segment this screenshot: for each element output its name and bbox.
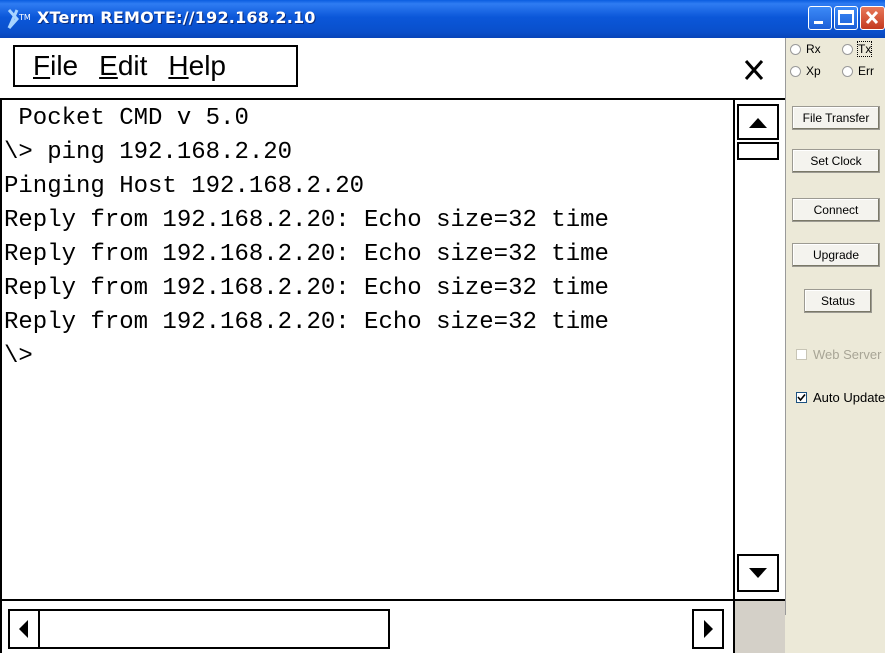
menu-file[interactable]: File — [33, 52, 78, 80]
radio-dot — [842, 43, 853, 55]
vertical-scroll-thumb[interactable] — [737, 142, 779, 160]
scroll-up-button[interactable] — [737, 104, 779, 140]
radio-err[interactable]: Err — [842, 64, 874, 78]
scrollbar-corner — [733, 599, 785, 653]
connect-button[interactable]: Connect — [792, 198, 880, 222]
radio-dot — [842, 65, 853, 77]
maximize-icon — [838, 10, 854, 25]
radio-dot — [790, 65, 801, 77]
horizontal-scrollbar[interactable] — [0, 599, 733, 653]
triangle-right-icon — [704, 620, 713, 638]
auto-update-checkbox[interactable]: Auto Update — [796, 390, 885, 405]
triangle-down-icon — [749, 568, 767, 578]
minimize-button[interactable] — [808, 6, 832, 30]
radio-dot — [790, 43, 801, 55]
web-server-checkbox[interactable]: Web Server — [796, 347, 881, 362]
terminal-line: Pinging Host 192.168.2.20 — [4, 173, 365, 200]
checkbox-box — [796, 392, 807, 403]
set-clock-button[interactable]: Set Clock — [792, 149, 880, 173]
radio-label-tx: Tx — [856, 41, 873, 57]
radio-label-xp: Xp — [806, 64, 821, 78]
web-server-label: Web Server — [813, 347, 882, 362]
terminal-prompt: \> — [4, 343, 33, 370]
menu-edit[interactable]: Edit — [99, 52, 147, 80]
window-title: XTerm REMOTE://192.168.2.10 — [37, 8, 316, 27]
close-terminal-button[interactable] — [736, 52, 772, 88]
close-icon — [865, 10, 879, 25]
checkmark-icon — [797, 393, 806, 402]
terminal-line: Reply from 192.168.2.20: Echo size=32 ti… — [4, 207, 609, 234]
radio-label-err: Err — [858, 64, 874, 78]
terminal-output[interactable]: Pocket CMD v 5.0 \> ping 192.168.2.20 Pi… — [0, 100, 733, 599]
terminal-line: Pocket CMD v 5.0 — [4, 105, 249, 132]
terminal-line: Reply from 192.168.2.20: Echo size=32 ti… — [4, 241, 609, 268]
close-icon — [744, 60, 764, 80]
scroll-left-button[interactable] — [8, 609, 40, 649]
x-logo-icon: TM — [7, 9, 31, 29]
close-button[interactable] — [860, 6, 885, 30]
vertical-scrollbar[interactable] — [733, 100, 785, 599]
radio-label-rx: Rx — [806, 42, 821, 56]
triangle-up-icon — [749, 118, 767, 128]
terminal-line: Reply from 192.168.2.20: Echo size=32 ti… — [4, 309, 609, 336]
menu-help[interactable]: Help — [168, 52, 226, 80]
terminal-line: \> ping 192.168.2.20 — [4, 139, 293, 166]
radio-xp[interactable]: Xp — [790, 64, 821, 78]
horizontal-scroll-thumb[interactable] — [38, 609, 390, 649]
scroll-down-button[interactable] — [737, 554, 779, 592]
title-bar[interactable]: TM XTerm REMOTE://192.168.2.10 — [0, 0, 885, 38]
scroll-right-button[interactable] — [692, 609, 724, 649]
minimize-icon — [814, 21, 823, 24]
svg-text:TM: TM — [18, 13, 31, 22]
menu-bar: File Edit Help — [13, 45, 298, 87]
triangle-left-icon — [19, 620, 28, 638]
radio-rx[interactable]: Rx — [790, 42, 821, 56]
status-button[interactable]: Status — [804, 289, 872, 313]
radio-tx[interactable]: Tx — [842, 41, 873, 57]
control-panel: Rx Tx Xp Err File Transfer Set Clock Con… — [785, 38, 885, 615]
file-transfer-button[interactable]: File Transfer — [792, 106, 880, 130]
maximize-button[interactable] — [834, 6, 858, 30]
auto-update-label: Auto Update — [813, 390, 885, 405]
terminal-window: File Edit Help Pocket CMD v 5.0 \> ping … — [0, 38, 785, 653]
checkbox-box — [796, 349, 807, 360]
upgrade-button[interactable]: Upgrade — [792, 243, 880, 267]
terminal-line: Reply from 192.168.2.20: Echo size=32 ti… — [4, 275, 609, 302]
